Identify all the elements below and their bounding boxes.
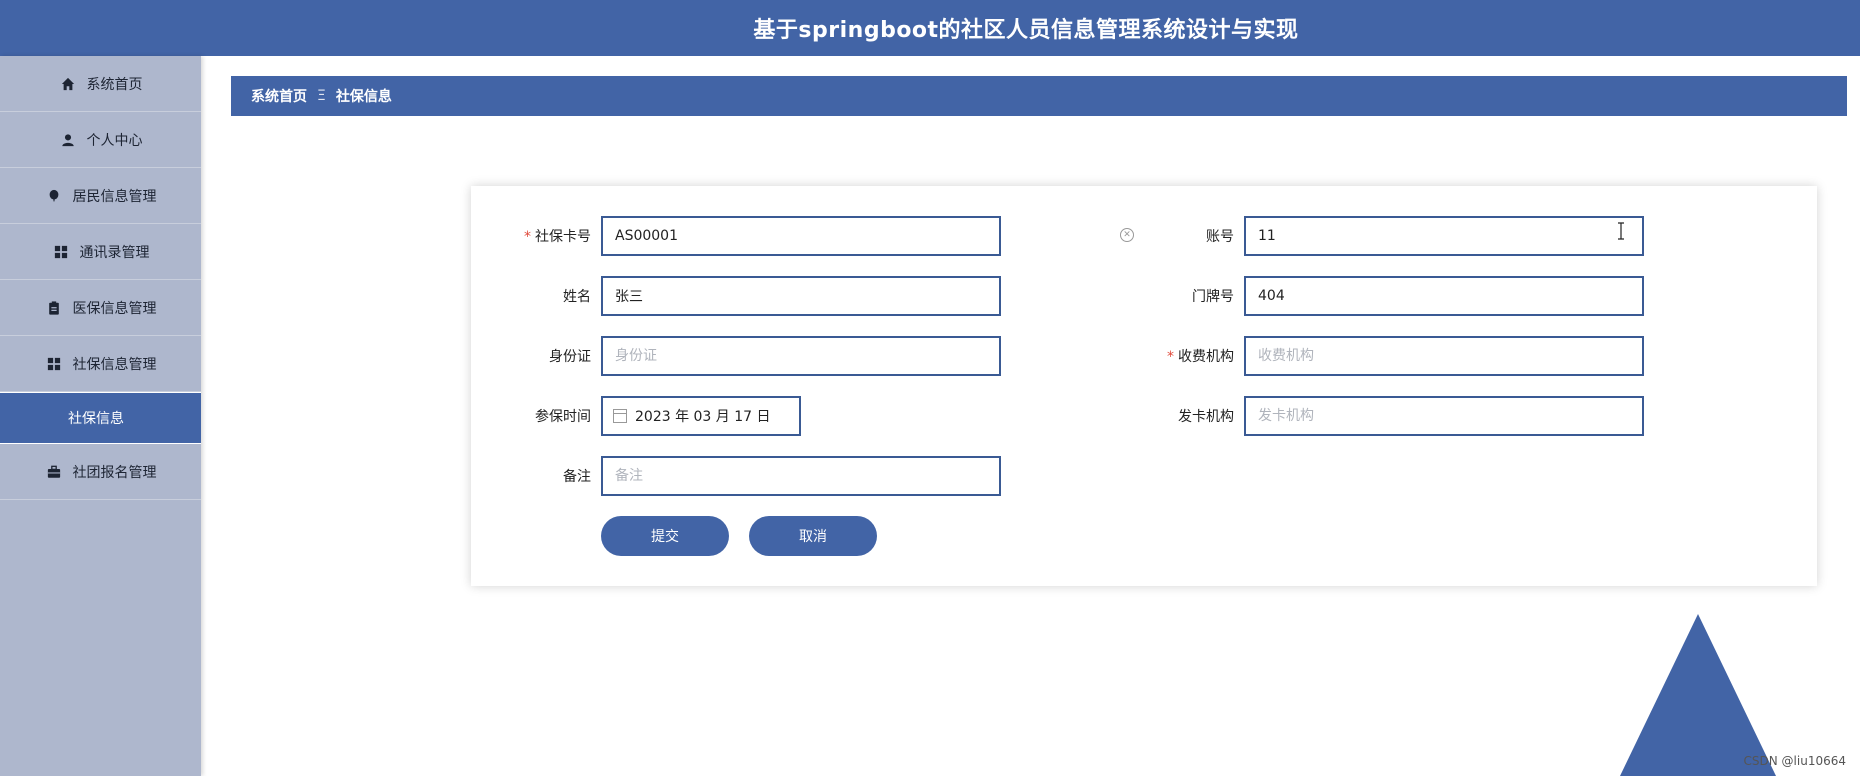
join-time-value: 2023 年 03 月 17 日 <box>635 409 771 425</box>
sidebar-item-label: 社保信息管理 <box>72 356 157 373</box>
sidebar-item-label: 通讯录管理 <box>79 244 150 261</box>
breadcrumb: 系统首页 Ξ 社保信息 <box>231 76 1847 116</box>
name-label: 姓名 <box>563 289 591 305</box>
app-title: 基于springboot的社区人员信息管理系统设计与实现 <box>753 18 1299 43</box>
door-no-input[interactable] <box>1244 276 1644 316</box>
calendar-icon <box>613 409 627 423</box>
home-icon <box>59 75 77 93</box>
sidebar-item-residents[interactable]: 居民信息管理 <box>0 168 201 224</box>
briefcase-icon <box>45 463 63 481</box>
sidebar-subitem-social-info[interactable]: 社保信息 <box>0 392 201 444</box>
sidebar: 系统首页 个人中心 居民信息管理 通讯录管理 医保信息管理 社保信息管理 社保信… <box>0 56 201 776</box>
card-org-input[interactable] <box>1244 396 1644 436</box>
sidebar-item-label: 居民信息管理 <box>72 188 157 205</box>
watermark: CSDN @liu10664 <box>1743 754 1846 768</box>
account-label: 账号 <box>1206 229 1234 245</box>
field-card-no: * 社保卡号 <box>481 216 1001 256</box>
fee-org-label: * 收费机构 <box>1167 349 1234 365</box>
sidebar-item-contacts[interactable]: 通讯录管理 <box>0 224 201 280</box>
field-join-time: 参保时间 2023 年 03 月 17 日 <box>481 396 801 436</box>
id-card-label: 身份证 <box>549 349 591 365</box>
grid-icon <box>52 243 70 261</box>
field-door-no: 门牌号 <box>1124 276 1644 316</box>
sidebar-item-label: 医保信息管理 <box>72 300 157 317</box>
account-input[interactable] <box>1244 216 1644 256</box>
form-card: *社保卡号 账号 姓名 门牌号 身份证 *收费机构 参保时间 2023 年 03… <box>471 186 1817 586</box>
sidebar-item-label: 社团报名管理 <box>72 464 157 481</box>
remark-input[interactable] <box>601 456 1001 496</box>
top-header: 基于springboot的社区人员信息管理系统设计与实现 <box>0 0 1860 56</box>
field-id-card: 身份证 <box>481 336 1001 376</box>
cancel-button[interactable]: 取消 <box>749 516 877 556</box>
field-remark: 备注 <box>481 456 1001 496</box>
user-icon <box>59 131 77 149</box>
breadcrumb-separator: Ξ <box>317 88 326 104</box>
sidebar-item-profile[interactable]: 个人中心 <box>0 112 201 168</box>
decorative-triangle <box>1620 614 1776 776</box>
sidebar-item-club[interactable]: 社团报名管理 <box>0 444 201 500</box>
grid-icon <box>45 355 63 373</box>
card-no-input[interactable] <box>601 216 1001 256</box>
sidebar-subitem-label: 社保信息 <box>68 411 124 427</box>
sidebar-item-social-security[interactable]: 社保信息管理 <box>0 336 201 392</box>
field-card-org: 发卡机构 <box>1124 396 1644 436</box>
breadcrumb-current: 社保信息 <box>335 89 392 105</box>
field-fee-org: * 收费机构 <box>1124 336 1644 376</box>
id-card-input[interactable] <box>601 336 1001 376</box>
text-cursor-icon <box>1618 222 1624 240</box>
name-input[interactable] <box>601 276 1001 316</box>
join-time-date-picker[interactable]: 2023 年 03 月 17 日 <box>601 396 801 436</box>
door-no-label: 门牌号 <box>1192 289 1234 305</box>
card-org-label: 发卡机构 <box>1178 409 1234 425</box>
sidebar-item-label: 系统首页 <box>86 76 143 93</box>
submit-button[interactable]: 提交 <box>601 516 729 556</box>
field-name: 姓名 <box>481 276 1001 316</box>
sidebar-item-medical[interactable]: 医保信息管理 <box>0 280 201 336</box>
clipboard-icon <box>45 299 63 317</box>
remark-label: 备注 <box>563 469 591 485</box>
join-time-label: 参保时间 <box>535 409 591 425</box>
field-account: 账号 <box>1124 216 1644 256</box>
breadcrumb-home[interactable]: 系统首页 <box>251 86 307 106</box>
card-no-label: * 社保卡号 <box>524 229 591 245</box>
sidebar-item-label: 个人中心 <box>86 132 143 149</box>
fee-org-input[interactable] <box>1244 336 1644 376</box>
balloon-icon <box>45 187 63 205</box>
clear-icon[interactable]: ✕ <box>1120 228 1134 242</box>
sidebar-item-home[interactable]: 系统首页 <box>0 56 201 112</box>
